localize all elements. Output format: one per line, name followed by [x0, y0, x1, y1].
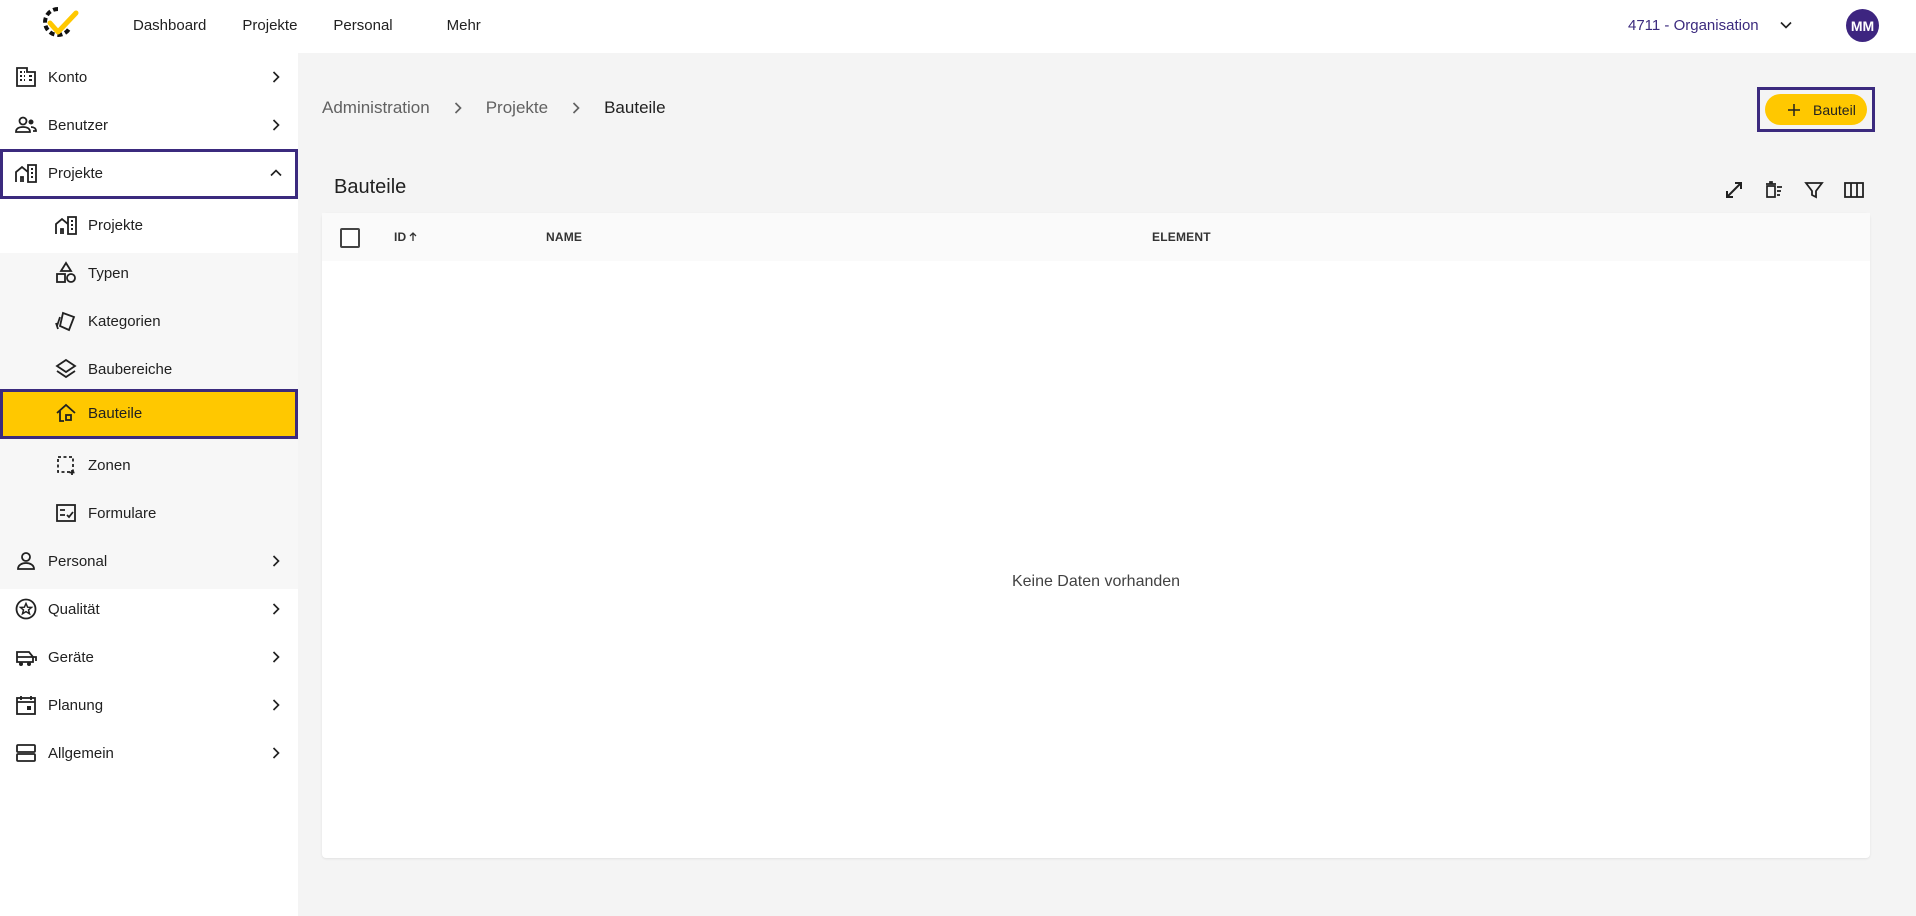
chevron-right-icon [272, 71, 280, 83]
sidebar-item-label: Qualität [48, 600, 100, 618]
column-header-element[interactable]: ELEMENT [1152, 213, 1211, 261]
add-button-highlight: Bauteil [1757, 87, 1875, 132]
nav-personal[interactable]: Personal [315, 0, 428, 50]
chevron-up-icon [270, 169, 282, 177]
add-button-label: Bauteil [1813, 101, 1856, 118]
nav-mehr[interactable]: Mehr [429, 0, 499, 50]
sidebar-subitem-formulare[interactable]: Formulare [0, 489, 298, 537]
star-badge-icon [15, 598, 37, 620]
city-icon [55, 216, 77, 235]
sidebar-subitem-label: Projekte [88, 216, 144, 234]
add-bauteil-button[interactable]: Bauteil [1765, 94, 1867, 125]
nav-dashboard[interactable]: Dashboard [113, 0, 224, 50]
breadcrumb-bauteile: Bauteile [604, 98, 666, 117]
sidebar-item-allgemein[interactable]: Allgemein [0, 729, 298, 777]
sidebar-subitem-label: Baubereiche [88, 360, 173, 378]
fullscreen-icon[interactable] [1722, 178, 1746, 202]
filter-icon[interactable] [1802, 178, 1826, 202]
sidebar-item-planung[interactable]: Planung [0, 681, 298, 729]
sidebar-item-label: Planung [48, 696, 104, 714]
chevron-right-icon [454, 102, 462, 114]
arrow-up-icon [409, 232, 417, 241]
chevron-right-icon [272, 603, 280, 615]
chevron-right-icon [573, 102, 580, 114]
chevron-right-icon [272, 119, 280, 131]
chevron-right-icon [272, 747, 280, 759]
chevron-right-icon [272, 555, 280, 567]
building-icon [16, 67, 36, 87]
users-icon [15, 116, 37, 133]
sidebar-item-label: Konto [48, 68, 88, 86]
chevron-down-icon[interactable] [1776, 15, 1796, 35]
sidebar-subitem-bauteile[interactable]: Bauteile [0, 389, 298, 439]
sidebar-subitem-label: Kategorien [88, 312, 161, 330]
sidebar-item-label: Projekte [48, 164, 104, 182]
column-header-label: ID [394, 230, 407, 244]
sidebar-item-label: Personal [48, 552, 108, 570]
selection-icon [57, 456, 75, 475]
calendar-icon [16, 696, 36, 715]
top-navigation: Dashboard Projekte Personal Mehr [113, 0, 499, 50]
columns-icon[interactable] [1842, 178, 1866, 202]
layers-icon [55, 358, 77, 379]
sidebar-subitem-projekte[interactable]: Projekte [0, 201, 298, 249]
sidebar-item-geraete[interactable]: Geräte [0, 633, 298, 681]
sidebar-item-qualitaet[interactable]: Qualität [0, 585, 298, 633]
nav-projekte[interactable]: Projekte [224, 0, 315, 50]
sidebar-subitem-typen[interactable]: Typen [0, 249, 298, 297]
table-title: Bauteile [334, 176, 407, 198]
chevron-right-icon [272, 699, 280, 711]
sidebar: Konto Benutzer Projekte Projekte Typen K… [0, 53, 298, 916]
sidebar-subitem-label: Typen [88, 264, 129, 282]
empty-state-message: Keine Daten vorhanden [1011, 573, 1181, 590]
storage-icon [16, 744, 36, 762]
person-icon [17, 552, 35, 570]
sidebar-item-label: Geräte [48, 648, 94, 666]
sidebar-subitem-baubereiche[interactable]: Baubereiche [0, 345, 298, 393]
sidebar-item-benutzer[interactable]: Benutzer [0, 101, 298, 149]
organisation-selector[interactable]: 4711 - Organisation [1628, 0, 1759, 50]
column-header-id[interactable]: ID [394, 213, 419, 261]
breadcrumb-administration[interactable]: Administration [322, 98, 430, 118]
shapes-icon [56, 261, 76, 283]
house-icon [56, 403, 76, 422]
sidebar-subitem-zonen[interactable]: Zonen [0, 441, 298, 489]
column-header-label: ELEMENT [1152, 230, 1211, 244]
data-table: ID NAME ELEMENT Keine Daten vorhanden [322, 213, 1870, 858]
sidebar-subitem-label: Zonen [88, 456, 131, 474]
machine-icon [16, 651, 37, 666]
sidebar-item-konto[interactable]: Konto [0, 53, 298, 101]
select-all-checkbox[interactable] [340, 228, 360, 248]
plus-icon [1788, 103, 1800, 116]
sidebar-subitem-label: Bauteile [88, 404, 143, 422]
cards-icon [55, 311, 76, 332]
sidebar-subitem-kategorien[interactable]: Kategorien [0, 297, 298, 345]
column-header-label: NAME [546, 230, 583, 244]
logo[interactable] [36, 4, 80, 40]
sidebar-item-projekte[interactable]: Projekte [0, 149, 298, 199]
sidebar-subitem-label: Formulare [88, 504, 157, 522]
sidebar-item-personal[interactable]: Personal [0, 537, 298, 585]
sidebar-item-label: Allgemein [48, 744, 114, 762]
sidebar-item-label: Benutzer [48, 116, 109, 134]
avatar[interactable]: MM [1846, 9, 1879, 42]
city-icon [15, 164, 37, 183]
top-bar: Dashboard Projekte Personal Mehr 4711 - … [0, 0, 1916, 53]
table-header: ID NAME ELEMENT [322, 213, 1870, 261]
chevron-right-icon [272, 651, 280, 663]
column-header-name[interactable]: NAME [546, 213, 582, 261]
clear-filter-icon[interactable] [1762, 178, 1786, 202]
breadcrumb-projekte[interactable]: Projekte [486, 98, 548, 118]
breadcrumb: Administration Projekte Bauteile [322, 96, 666, 120]
checklist-icon [56, 504, 76, 522]
